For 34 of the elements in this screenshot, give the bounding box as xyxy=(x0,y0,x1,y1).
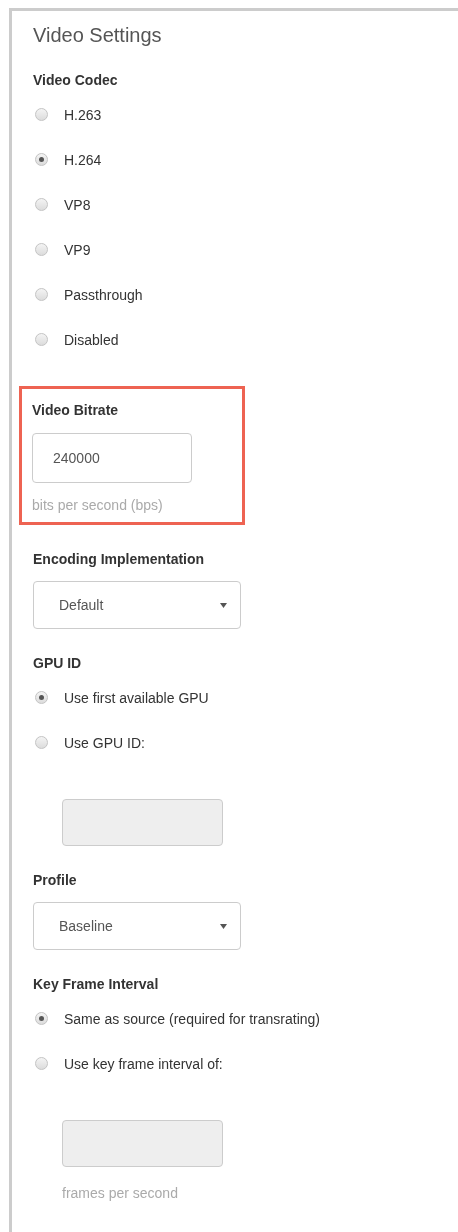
radio-button[interactable] xyxy=(35,288,48,301)
panel-title: Video Settings xyxy=(33,23,163,48)
dropdown[interactable]: Baseline xyxy=(33,902,241,950)
radio-label[interactable]: H.264 xyxy=(64,149,102,170)
field-label: Key Frame Interval xyxy=(33,975,159,994)
field-label: GPU ID xyxy=(33,654,82,673)
radio-label[interactable]: Use key frame interval of: xyxy=(64,1053,223,1074)
radio-label[interactable]: H.263 xyxy=(64,104,102,125)
radio-button[interactable] xyxy=(35,243,48,256)
field-label: Profile xyxy=(33,871,77,890)
radio-button[interactable] xyxy=(35,736,48,749)
radio-button[interactable] xyxy=(35,1012,48,1025)
radio-button[interactable] xyxy=(35,153,48,166)
radio-label[interactable]: Use first available GPU xyxy=(64,687,209,708)
radio-label[interactable]: Same as source (required for transrating) xyxy=(64,1008,320,1029)
caret-icon xyxy=(220,923,227,929)
caret-icon xyxy=(220,602,227,608)
radio-label[interactable]: Disabled xyxy=(64,329,119,350)
radio-button[interactable] xyxy=(35,691,48,704)
radio-label[interactable]: Use GPU ID: xyxy=(64,732,145,753)
dropdown[interactable]: Default xyxy=(33,581,241,629)
radio-button[interactable] xyxy=(35,333,48,346)
radio-button[interactable] xyxy=(35,1057,48,1070)
hint-text: frames per second xyxy=(62,1184,178,1203)
radio-label[interactable]: VP9 xyxy=(64,239,91,260)
field-label: Video Bitrate xyxy=(32,401,119,420)
radio-button[interactable] xyxy=(35,198,48,211)
input-field[interactable]: 240000 xyxy=(32,433,192,483)
hint-text: bits per second (bps) xyxy=(32,496,163,515)
radio-label[interactable]: VP8 xyxy=(64,194,91,215)
radio-button[interactable] xyxy=(35,108,48,121)
field-label: Encoding Implementation xyxy=(33,550,205,569)
field-label: Video Codec xyxy=(33,71,118,90)
radio-label[interactable]: Passthrough xyxy=(64,284,143,305)
